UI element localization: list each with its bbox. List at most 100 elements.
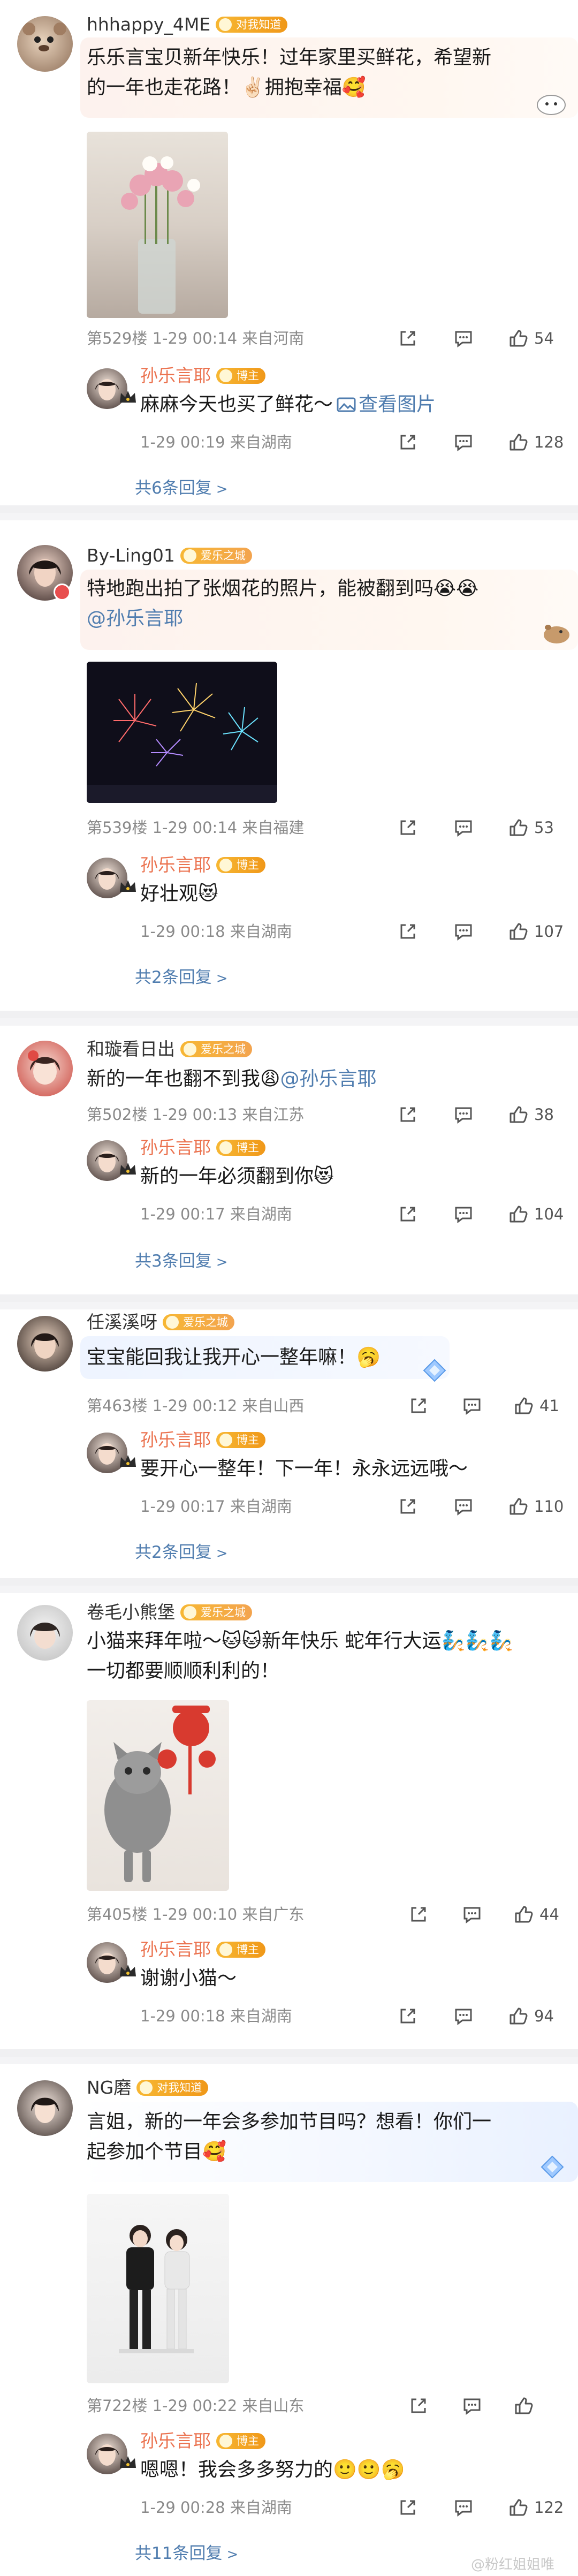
- reply-actions: 122: [397, 2495, 568, 2520]
- avatar[interactable]: [17, 2080, 73, 2136]
- username-text[interactable]: 和璇看日出: [87, 1039, 175, 1059]
- share-button[interactable]: [397, 429, 419, 455]
- comment-icon: [455, 1499, 472, 1516]
- comment-username[interactable]: hhhappy_4ME 对我知道: [87, 14, 288, 35]
- like-button[interactable]: 128: [507, 429, 564, 455]
- like-button[interactable]: [513, 2393, 539, 2419]
- view-more-replies[interactable]: 共6条回复 >: [135, 474, 228, 498]
- comment-button[interactable]: [453, 325, 474, 351]
- comment-photo[interactable]: [87, 662, 277, 803]
- comment-button[interactable]: [453, 919, 474, 944]
- like-button[interactable]: 41: [513, 1393, 559, 1419]
- like-count: 54: [534, 329, 554, 347]
- comment-button[interactable]: [453, 429, 474, 455]
- more-replies-label[interactable]: 共2条回复: [135, 968, 212, 987]
- avatar[interactable]: [17, 16, 73, 72]
- reply-username[interactable]: 孙乐言耶 博主: [140, 854, 265, 876]
- more-replies-label[interactable]: 共6条回复: [135, 479, 212, 498]
- like-button[interactable]: 44: [513, 1901, 559, 1927]
- avatar[interactable]: [17, 1316, 73, 1372]
- comment-photo[interactable]: [87, 1700, 229, 1891]
- view-more-replies[interactable]: 共2条回复 >: [135, 964, 228, 988]
- username-text[interactable]: 卷毛小熊堡: [87, 1602, 175, 1623]
- comment-icon: [455, 331, 472, 347]
- mention-link[interactable]: @孙乐言耶: [280, 1068, 377, 1090]
- view-image-label[interactable]: 查看图片: [359, 393, 436, 415]
- view-more-replies[interactable]: 共11条回复 >: [135, 2540, 238, 2564]
- share-button[interactable]: [397, 2003, 419, 2029]
- ip-location: 来自广东: [242, 1905, 305, 1923]
- comment-photo[interactable]: [87, 2194, 229, 2383]
- reply-text: 要开心一整年！下一年！永永远远哦～: [140, 1454, 468, 1484]
- like-button[interactable]: 104: [507, 1201, 564, 1227]
- reply-username[interactable]: 孙乐言耶 博主: [140, 2430, 265, 2452]
- comment-button[interactable]: [461, 1901, 483, 1927]
- username-text[interactable]: By-Ling01: [87, 545, 175, 566]
- comment-username[interactable]: 和璇看日出 爱乐之城: [87, 1039, 252, 1060]
- username-text[interactable]: 任溪溪呀: [87, 1312, 157, 1332]
- share-button[interactable]: [397, 1494, 419, 1519]
- comment-button[interactable]: [453, 815, 474, 840]
- username-text[interactable]: 孙乐言耶: [140, 365, 211, 386]
- share-button[interactable]: [408, 1901, 429, 1927]
- vip-dot-icon: [54, 584, 71, 601]
- share-button[interactable]: [397, 2495, 419, 2520]
- comment-button[interactable]: [461, 1393, 483, 1419]
- username-text[interactable]: 孙乐言耶: [140, 1939, 211, 1960]
- like-button[interactable]: 54: [507, 325, 554, 351]
- more-replies-label[interactable]: 共11条回复: [135, 2544, 222, 2563]
- comment-photo[interactable]: [87, 132, 228, 318]
- share-button[interactable]: [408, 1393, 429, 1419]
- avatar[interactable]: [17, 1605, 73, 1661]
- view-image-link[interactable]: 查看图片: [333, 393, 436, 415]
- comment-button[interactable]: [453, 1201, 474, 1227]
- comment-button[interactable]: [453, 1102, 474, 1127]
- like-button[interactable]: 38: [507, 1102, 554, 1127]
- comment-button[interactable]: [453, 1494, 474, 1519]
- reply-username[interactable]: 孙乐言耶 博主: [140, 1939, 265, 1960]
- view-more-replies[interactable]: 共3条回复 >: [135, 1247, 228, 1271]
- username-text[interactable]: 孙乐言耶: [140, 2430, 211, 2451]
- share-button[interactable]: [397, 1102, 419, 1127]
- like-button[interactable]: 94: [507, 2003, 554, 2029]
- comment-username[interactable]: By-Ling01 爱乐之城: [87, 545, 252, 566]
- comment-username[interactable]: NG磨 对我知道: [87, 2077, 209, 2098]
- reply-username[interactable]: 孙乐言耶 博主: [140, 1137, 265, 1158]
- username-text[interactable]: NG磨: [87, 2077, 131, 2098]
- username-text[interactable]: 孙乐言耶: [140, 1429, 211, 1450]
- username-text[interactable]: 孙乐言耶: [140, 1137, 211, 1158]
- like-button[interactable]: 110: [507, 1494, 564, 1519]
- blogger-badge: 博主: [216, 1140, 265, 1156]
- mention-link[interactable]: @孙乐言耶: [87, 604, 478, 634]
- comment-button[interactable]: [453, 2003, 474, 2029]
- username-text[interactable]: hhhappy_4ME: [87, 14, 210, 35]
- comment-icon: [463, 1907, 481, 1923]
- avatar[interactable]: [17, 1041, 73, 1096]
- share-button[interactable]: [397, 325, 419, 351]
- fan-badge: 爱乐之城: [180, 1041, 252, 1057]
- reply-username[interactable]: 孙乐言耶 博主: [140, 1429, 265, 1451]
- share-button[interactable]: [397, 815, 419, 840]
- comment-button[interactable]: [461, 2393, 483, 2419]
- share-icon: [411, 1398, 426, 1413]
- like-button[interactable]: 53: [507, 815, 554, 840]
- share-button[interactable]: [408, 2393, 429, 2419]
- ip-location: 来自湖南: [230, 2498, 292, 2517]
- thumbs-up-icon: [509, 1498, 528, 1515]
- like-button[interactable]: 107: [507, 919, 564, 944]
- like-count: 110: [534, 1497, 564, 1516]
- reply-actions: 104: [397, 1201, 568, 1227]
- ip-location: 来自湖南: [230, 1205, 292, 1223]
- share-button[interactable]: [397, 919, 419, 944]
- view-more-replies[interactable]: 共2条回复 >: [135, 1539, 228, 1563]
- share-button[interactable]: [397, 1201, 419, 1227]
- comment-username[interactable]: 卷毛小熊堡 爱乐之城: [87, 1602, 252, 1623]
- floor-number: 第502楼: [87, 1105, 148, 1124]
- reply-username[interactable]: 孙乐言耶 博主: [140, 365, 265, 387]
- more-replies-label[interactable]: 共2条回复: [135, 1543, 212, 1562]
- more-replies-label[interactable]: 共3条回复: [135, 1252, 212, 1271]
- comment-username[interactable]: 任溪溪呀 爱乐之城: [87, 1312, 234, 1333]
- username-text[interactable]: 孙乐言耶: [140, 854, 211, 875]
- like-button[interactable]: 122: [507, 2495, 564, 2520]
- comment-button[interactable]: [453, 2495, 474, 2520]
